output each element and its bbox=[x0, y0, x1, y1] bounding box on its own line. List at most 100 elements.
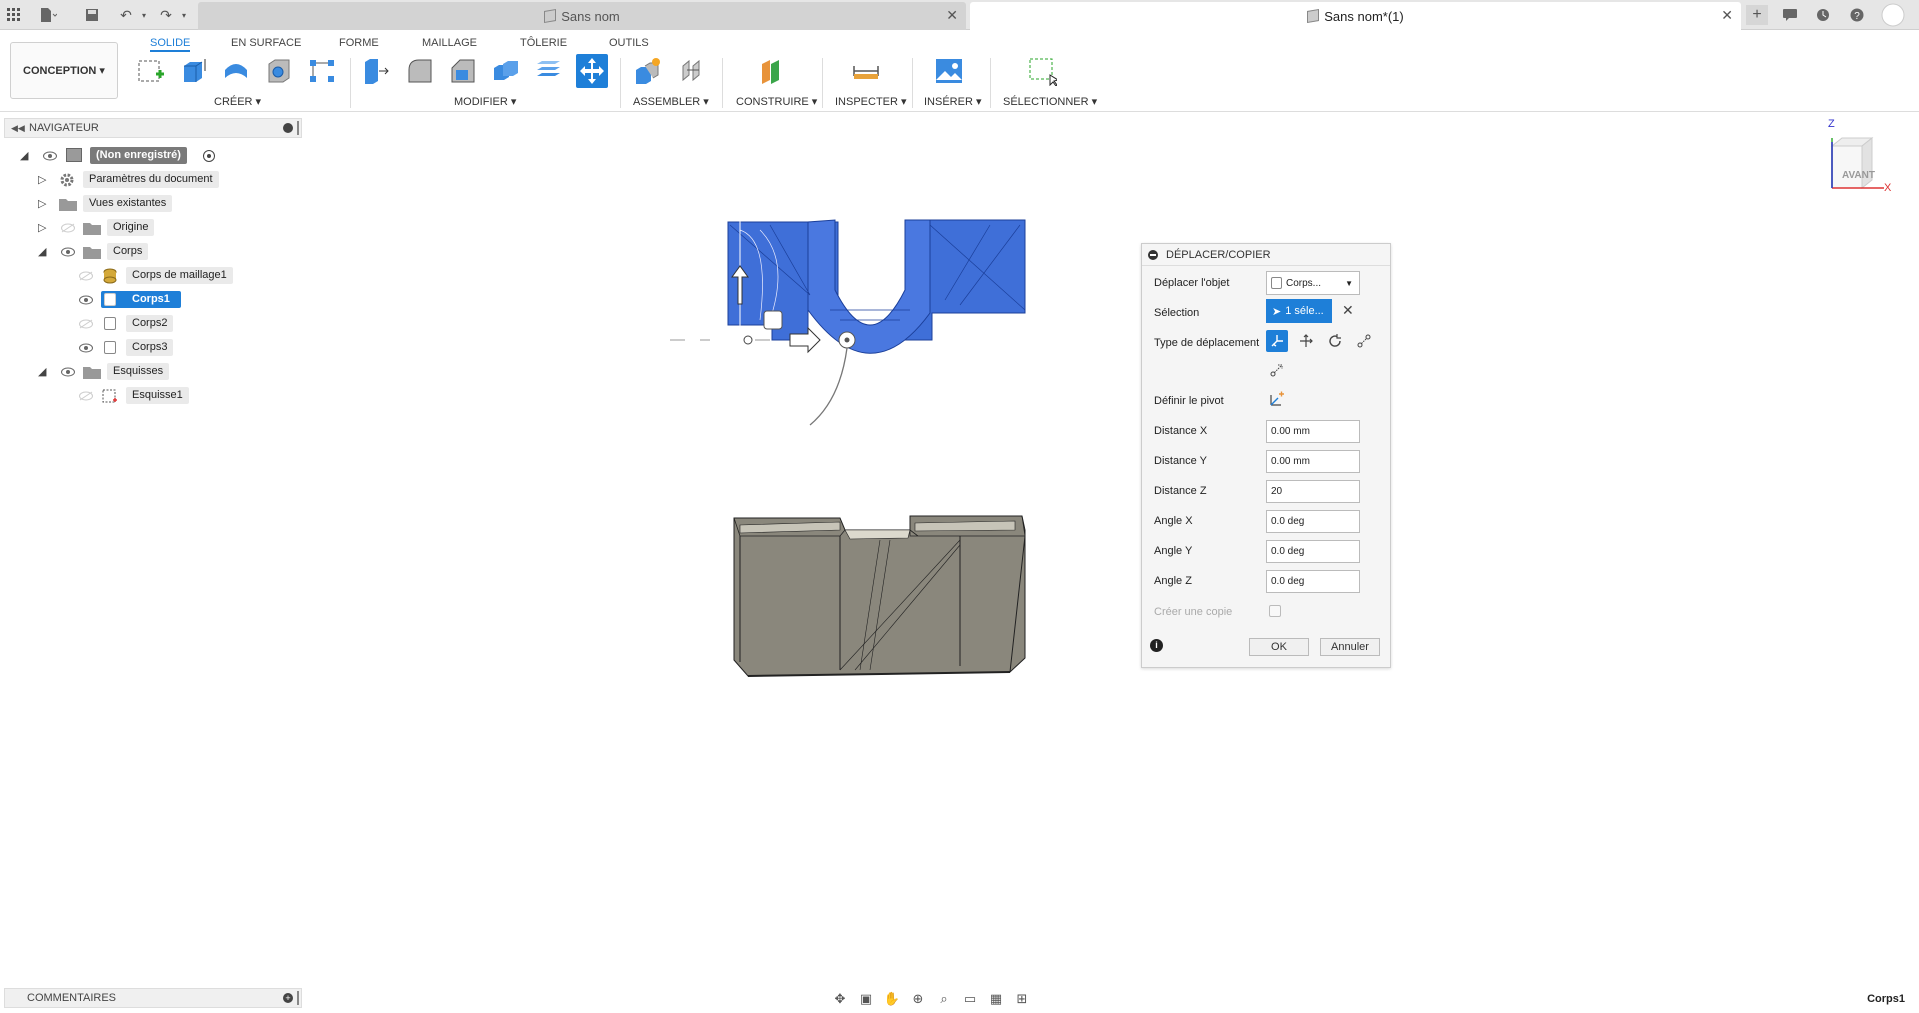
selection-button[interactable]: ➤ 1 séle... bbox=[1266, 299, 1332, 323]
apps-grid-icon[interactable] bbox=[4, 5, 24, 25]
gray-body[interactable] bbox=[733, 515, 1026, 677]
view-cube[interactable]: Z AVANT X bbox=[1824, 118, 1891, 208]
tree-root[interactable]: ◢ (Non enregistré) bbox=[0, 147, 300, 165]
cancel-button[interactable]: Annuler bbox=[1320, 638, 1380, 656]
construct-group-label[interactable]: CONSTRUIRE ▾ bbox=[736, 95, 817, 108]
view-cube-face-label[interactable]: AVANT bbox=[1842, 170, 1875, 181]
hole-tool[interactable] bbox=[264, 54, 296, 88]
panel-resize-handle[interactable] bbox=[297, 121, 299, 135]
zoom-icon[interactable]: ⊕ bbox=[908, 990, 928, 1008]
expanded-triangle-icon[interactable]: ◢ bbox=[20, 149, 32, 163]
offset-plane-tool[interactable] bbox=[756, 54, 788, 88]
document-tab-sans-nom-1[interactable]: Sans nom*(1) ✕ bbox=[970, 2, 1741, 30]
grid-icon[interactable]: ▦ bbox=[986, 990, 1006, 1008]
collapse-dialog-icon[interactable] bbox=[1148, 250, 1158, 260]
display-settings-icon[interactable]: ▭ bbox=[960, 990, 980, 1008]
minimize-panel-icon[interactable] bbox=[283, 123, 293, 133]
tree-item-sketch1[interactable]: Esquisse1 bbox=[0, 387, 300, 405]
extrude-tool[interactable] bbox=[177, 54, 209, 88]
combine-tool[interactable] bbox=[490, 54, 522, 88]
tab-mesh[interactable]: MAILLAGE bbox=[422, 34, 477, 52]
expanded-triangle-icon[interactable]: ◢ bbox=[38, 365, 50, 379]
tree-item-origin[interactable]: ▷ Origine bbox=[0, 219, 300, 237]
expanded-triangle-icon[interactable]: ◢ bbox=[38, 245, 50, 259]
notifications-icon[interactable] bbox=[1780, 5, 1800, 25]
tree-item-body2[interactable]: Corps2 bbox=[0, 315, 300, 333]
job-status-icon[interactable] bbox=[1813, 5, 1833, 25]
distance-z-input[interactable] bbox=[1266, 480, 1360, 503]
selected-body-corps1[interactable] bbox=[727, 219, 1026, 354]
rotate-move-type-button[interactable] bbox=[1324, 330, 1346, 352]
select-tool[interactable] bbox=[1026, 54, 1058, 88]
redo-icon[interactable]: ↷ bbox=[156, 5, 176, 25]
tree-item-body3[interactable]: Corps3 bbox=[0, 339, 300, 357]
set-pivot-button[interactable] bbox=[1266, 388, 1288, 410]
close-tab-icon[interactable]: ✕ bbox=[1721, 7, 1733, 24]
new-component-tool[interactable] bbox=[632, 54, 664, 88]
orbit-icon[interactable]: ✥ bbox=[830, 990, 850, 1008]
tree-item-mesh-body[interactable]: Corps de maillage1 bbox=[0, 267, 300, 285]
fit-zoom-icon[interactable]: ⌕ bbox=[934, 990, 954, 1008]
revolve-tool[interactable] bbox=[220, 54, 252, 88]
visibility-eye-icon[interactable] bbox=[79, 343, 93, 353]
visibility-eye-icon[interactable] bbox=[61, 367, 75, 377]
panel-resize-handle[interactable] bbox=[297, 991, 299, 1005]
measure-tool[interactable] bbox=[850, 54, 882, 88]
add-comment-icon[interactable]: + bbox=[283, 993, 293, 1003]
free-move-type-button[interactable] bbox=[1266, 330, 1288, 352]
move-object-select[interactable]: Corps... ▼ bbox=[1266, 271, 1360, 295]
info-icon[interactable]: i bbox=[1150, 639, 1163, 652]
modify-group-label[interactable]: MODIFIER ▾ bbox=[454, 95, 516, 108]
3d-viewport[interactable] bbox=[660, 200, 1060, 690]
create-group-label[interactable]: CRÉER ▾ bbox=[214, 95, 261, 108]
tab-tools[interactable]: OUTILS bbox=[609, 34, 649, 52]
pattern-tool[interactable] bbox=[306, 54, 338, 88]
collapsed-triangle-icon[interactable]: ▷ bbox=[38, 173, 50, 187]
close-tab-icon[interactable]: ✕ bbox=[946, 7, 958, 24]
angle-z-input[interactable] bbox=[1266, 570, 1360, 593]
visibility-eye-icon[interactable] bbox=[61, 247, 75, 257]
tree-item-doc-params[interactable]: ▷ Paramètres du document bbox=[0, 171, 300, 189]
joint-tool[interactable] bbox=[676, 54, 708, 88]
insert-group-label[interactable]: INSÉRER ▾ bbox=[924, 95, 981, 108]
file-menu-icon[interactable] bbox=[38, 5, 58, 25]
save-icon[interactable] bbox=[82, 5, 102, 25]
press-pull-tool[interactable] bbox=[360, 54, 392, 88]
undo-dropdown-icon[interactable]: ▾ bbox=[134, 5, 154, 25]
collapsed-triangle-icon[interactable]: ▷ bbox=[38, 197, 50, 211]
create-copy-checkbox[interactable] bbox=[1269, 605, 1281, 617]
tab-sheet-metal[interactable]: TÔLERIE bbox=[520, 34, 567, 52]
distance-x-input[interactable] bbox=[1266, 420, 1360, 443]
fillet-tool[interactable] bbox=[404, 54, 436, 88]
distance-y-input[interactable] bbox=[1266, 450, 1360, 473]
collapse-panel-icon[interactable]: ◀◀ bbox=[11, 123, 25, 134]
visibility-eye-icon[interactable] bbox=[79, 295, 93, 305]
tab-form[interactable]: FORME bbox=[339, 34, 379, 52]
document-tab-sans-nom[interactable]: Sans nom ✕ bbox=[198, 2, 966, 30]
translate-move-type-button[interactable] bbox=[1295, 330, 1317, 352]
tree-item-named-views[interactable]: ▷ Vues existantes bbox=[0, 195, 300, 213]
viewports-icon[interactable]: ⊞ bbox=[1012, 990, 1032, 1008]
visibility-eye-icon[interactable] bbox=[43, 151, 57, 161]
hidden-eye-icon[interactable] bbox=[79, 391, 93, 401]
tab-surface[interactable]: EN SURFACE bbox=[231, 34, 301, 52]
activate-radio-icon[interactable] bbox=[203, 150, 215, 162]
point-to-position-move-type-button[interactable] bbox=[1266, 359, 1288, 381]
user-avatar[interactable] bbox=[1881, 3, 1905, 27]
offset-face-tool[interactable] bbox=[533, 54, 565, 88]
tree-item-sketches[interactable]: ◢ Esquisses bbox=[0, 363, 300, 381]
new-tab-icon[interactable]: + bbox=[1746, 5, 1768, 25]
ok-button[interactable]: OK bbox=[1249, 638, 1309, 656]
tree-item-bodies[interactable]: ◢ Corps bbox=[0, 243, 300, 261]
point-to-point-move-type-button[interactable] bbox=[1353, 330, 1375, 352]
move-copy-tool[interactable] bbox=[576, 54, 608, 88]
help-icon[interactable]: ? bbox=[1847, 5, 1867, 25]
pan-hand-icon[interactable]: ✋ bbox=[882, 990, 902, 1008]
hidden-eye-icon[interactable] bbox=[79, 271, 93, 281]
angle-x-input[interactable] bbox=[1266, 510, 1360, 533]
hidden-eye-icon[interactable] bbox=[79, 319, 93, 329]
redo-dropdown-icon[interactable]: ▾ bbox=[174, 5, 194, 25]
select-group-label[interactable]: SÉLECTIONNER ▾ bbox=[1003, 95, 1097, 108]
chamfer-tool[interactable] bbox=[447, 54, 479, 88]
inspect-group-label[interactable]: INSPECTER ▾ bbox=[835, 95, 907, 108]
